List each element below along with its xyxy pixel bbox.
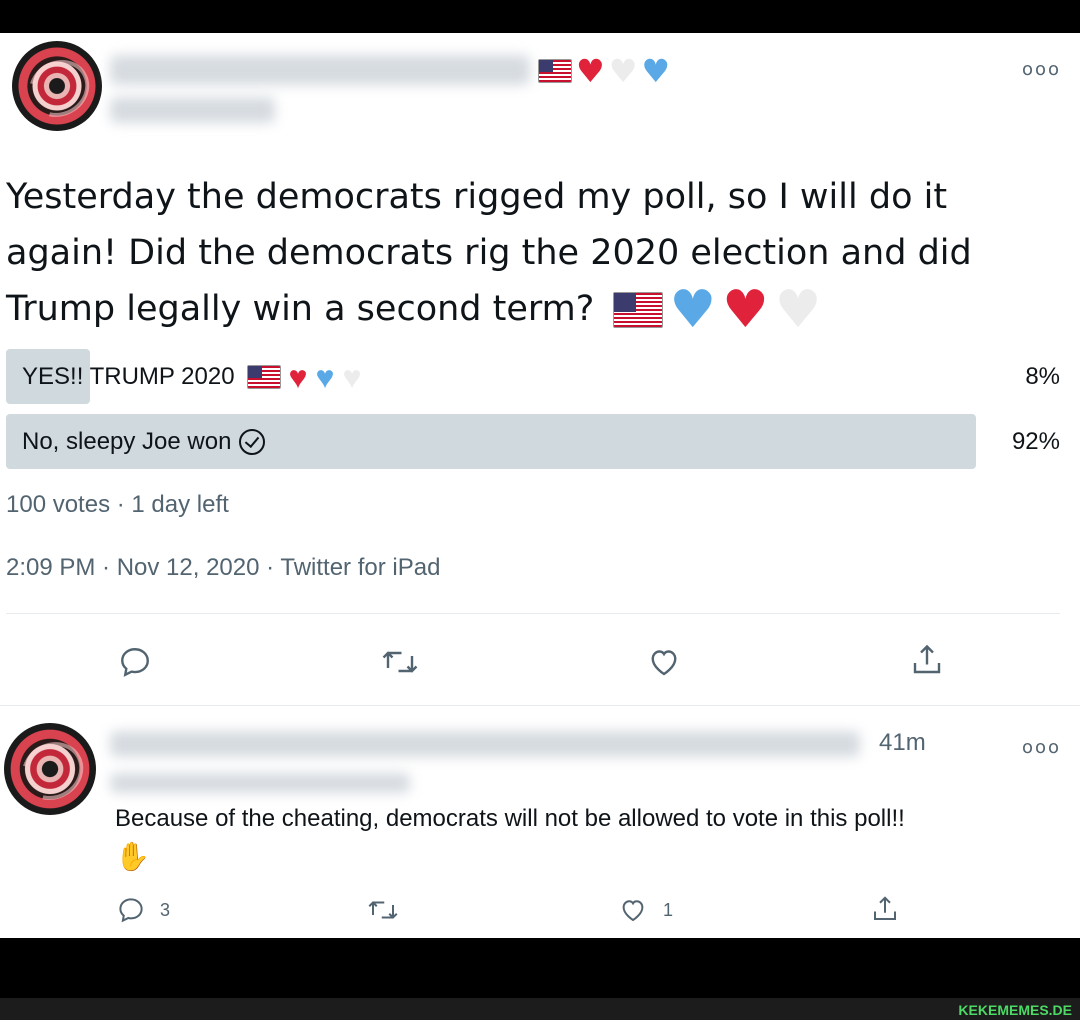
bottom-strip bbox=[0, 998, 1080, 1020]
blue-heart-icon: ♥ bbox=[669, 280, 717, 340]
divider bbox=[0, 705, 1080, 706]
red-heart-icon: ♥ bbox=[576, 52, 605, 90]
white-heart-icon: ♥ bbox=[608, 52, 638, 90]
poll-option-label-wrap: No, sleepy Joe won bbox=[22, 414, 266, 469]
flag-us-icon bbox=[538, 59, 572, 83]
reply-retweet-button[interactable] bbox=[366, 895, 400, 925]
tweet-timestamp[interactable]: 2:09 PM · Nov 12, 2020 · Twitter for iPa… bbox=[6, 554, 440, 582]
share-icon bbox=[874, 896, 896, 920]
divider bbox=[6, 613, 1060, 614]
person-tipping-hand-icon: ✋ bbox=[115, 840, 150, 873]
poll-option-yes[interactable]: YES!! TRUMP 2020 ♥ ♥ ♥ 8% bbox=[6, 349, 1060, 404]
retweet-icon bbox=[382, 651, 418, 673]
redacted-reply-handle bbox=[110, 773, 410, 793]
white-heart-icon: ♥ bbox=[342, 358, 362, 395]
tweet-text-emojis: ♥ ♥ ♥ bbox=[613, 284, 821, 336]
reply-icon bbox=[119, 898, 143, 923]
redacted-display-name bbox=[110, 55, 530, 85]
reply-icon bbox=[121, 648, 149, 677]
blue-heart-icon: ♥ bbox=[641, 52, 671, 90]
poll-option-no[interactable]: No, sleepy Joe won 92% bbox=[6, 414, 1060, 469]
share-icon bbox=[913, 644, 941, 674]
like-count: 1 bbox=[663, 899, 674, 920]
name-emojis: ♥ ♥ ♥ bbox=[538, 55, 670, 87]
poll-option-label: No, sleepy Joe won bbox=[22, 427, 232, 455]
poll-option-percent: 92% bbox=[1011, 427, 1060, 455]
watermark: KEKEMEMES.DE bbox=[958, 1002, 1072, 1018]
tweet-text: Yesterday the democrats rigged my poll, … bbox=[6, 169, 1066, 337]
flag-us-icon bbox=[613, 292, 664, 328]
reply-text: Because of the cheating, democrats will … bbox=[115, 805, 905, 832]
reply-like-button[interactable]: 1 bbox=[617, 895, 673, 925]
poll-summary: 100 votes · 1 day left bbox=[6, 491, 229, 518]
tweet-text-content: Yesterday the democrats rigged my poll, … bbox=[6, 177, 972, 329]
red-heart-icon: ♥ bbox=[722, 280, 769, 340]
reply-more-options-icon[interactable]: ooo bbox=[1022, 737, 1061, 758]
check-circle-icon bbox=[239, 428, 266, 455]
redacted-handle bbox=[110, 97, 275, 123]
heart-icon bbox=[651, 650, 677, 676]
red-heart-icon: ♥ bbox=[288, 358, 308, 395]
poll-option-label-wrap: YES!! TRUMP 2020 ♥ ♥ ♥ bbox=[22, 349, 362, 404]
redacted-reply-name bbox=[110, 731, 860, 757]
retweet-icon bbox=[368, 901, 398, 919]
more-options-icon[interactable]: ooo bbox=[1022, 59, 1061, 80]
white-heart-icon: ♥ bbox=[774, 280, 822, 340]
reply-count: 3 bbox=[160, 899, 171, 920]
flag-us-icon bbox=[246, 364, 281, 389]
reply-reply-button[interactable]: 3 bbox=[116, 895, 170, 925]
poll-option-label: YES!! TRUMP 2020 bbox=[22, 362, 235, 390]
like-button[interactable] bbox=[645, 644, 683, 680]
tweet-card: ♥ ♥ ♥ ooo Yesterday the democrats rigged… bbox=[0, 33, 1080, 938]
share-button[interactable] bbox=[909, 641, 945, 679]
heart-icon bbox=[622, 900, 644, 922]
reply-button[interactable] bbox=[117, 644, 153, 680]
avatar[interactable] bbox=[12, 41, 102, 131]
reply-share-button[interactable] bbox=[870, 893, 900, 925]
reply-time-ago[interactable]: 41m bbox=[879, 729, 926, 757]
reply-avatar[interactable] bbox=[4, 723, 96, 815]
retweet-button[interactable] bbox=[380, 644, 420, 680]
blue-heart-icon: ♥ bbox=[315, 358, 335, 395]
poll-option-percent: 8% bbox=[1025, 362, 1060, 390]
